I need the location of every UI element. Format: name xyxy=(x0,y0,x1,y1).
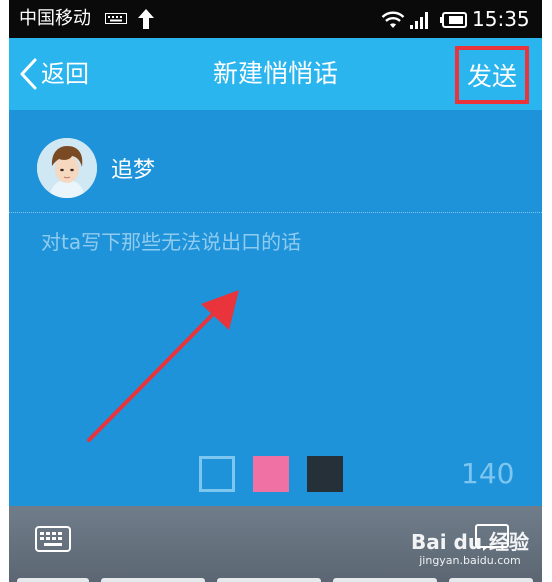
key[interactable] xyxy=(17,578,89,582)
keyboard-icon xyxy=(105,13,127,24)
divider xyxy=(9,212,542,213)
phone-screen: 中国移动 15:35 返回 新建悄悄话 发送 追梦 对ta写下那些无法说出口的话… xyxy=(9,0,542,582)
wifi-icon xyxy=(381,11,405,28)
avatar xyxy=(37,138,97,198)
keyboard-toolbar xyxy=(9,506,542,582)
keyboard-keys-row xyxy=(9,578,542,582)
recipient-name: 追梦 xyxy=(111,158,156,183)
send-button[interactable]: 发送 xyxy=(455,46,529,104)
carrier-name: 中国移动 xyxy=(19,8,91,29)
char-counter: 140 xyxy=(461,457,515,490)
key[interactable] xyxy=(101,578,205,582)
upload-arrow-icon xyxy=(138,9,154,29)
status-bar: 中国移动 15:35 xyxy=(9,0,542,38)
key[interactable] xyxy=(333,578,437,582)
nav-bar: 返回 新建悄悄话 发送 xyxy=(9,38,542,110)
color-swatch-dark[interactable] xyxy=(307,456,343,492)
avatar-icon xyxy=(37,138,97,198)
clock: 15:35 xyxy=(472,7,530,31)
color-swatch-pink[interactable] xyxy=(253,456,289,492)
compose-area: 追梦 140 xyxy=(9,110,542,506)
color-swatch-outline[interactable] xyxy=(199,456,235,492)
recipient-row[interactable]: 追梦 xyxy=(9,110,542,213)
color-options xyxy=(199,456,361,492)
battery-icon xyxy=(440,12,467,28)
send-label: 发送 xyxy=(466,62,517,91)
emoticon-icon[interactable] xyxy=(475,524,509,552)
key[interactable] xyxy=(217,578,321,582)
keyboard-toggle-icon[interactable] xyxy=(35,526,71,552)
message-input[interactable] xyxy=(41,222,511,434)
key[interactable] xyxy=(449,578,533,582)
signal-icon xyxy=(410,12,428,29)
